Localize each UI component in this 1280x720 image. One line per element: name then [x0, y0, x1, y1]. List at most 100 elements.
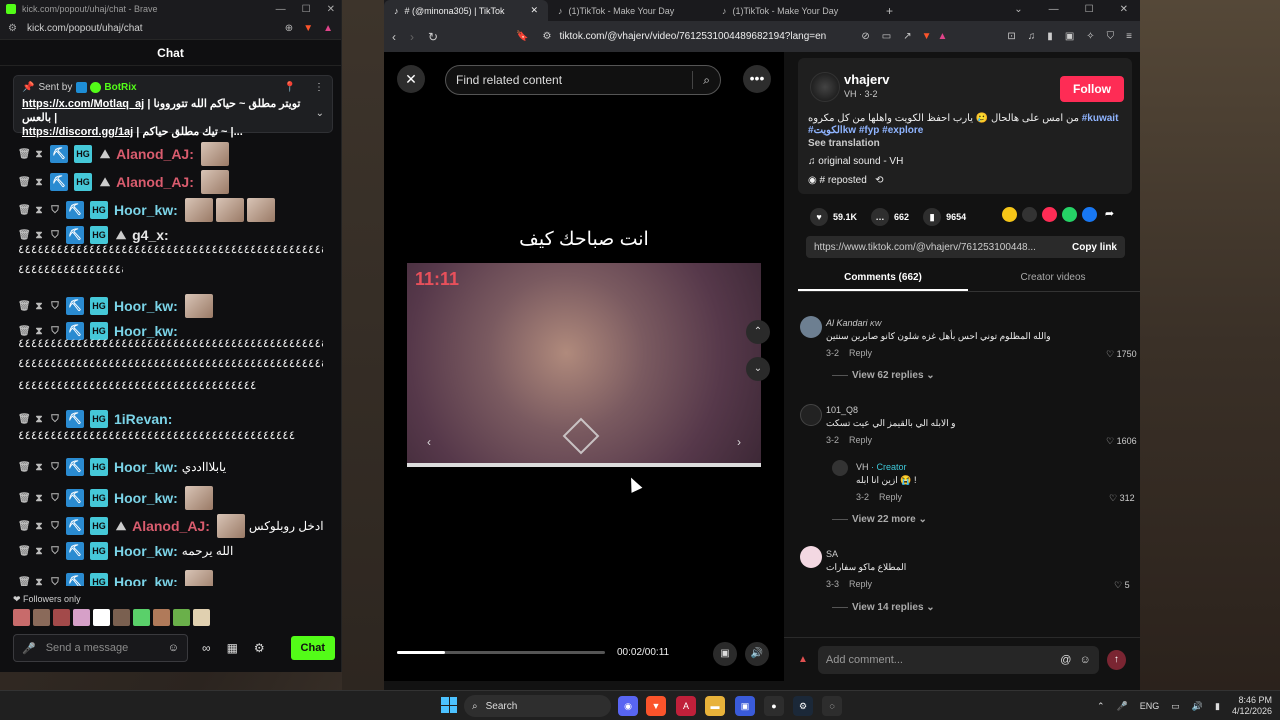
- address-bar[interactable]: tiktok.com/@vhajerv/video/76125310044896…: [559, 31, 849, 42]
- reply-button[interactable]: Reply: [849, 579, 872, 589]
- chat-username[interactable]: Hoor_kw:: [114, 298, 178, 314]
- app-icon[interactable]: A: [676, 696, 696, 716]
- chevron-down-icon[interactable]: ⌄: [316, 108, 324, 119]
- commenter-avatar[interactable]: [800, 316, 822, 338]
- video-link-box[interactable]: https://www.tiktok.com/@vhajerv/76125310…: [806, 236, 1125, 258]
- copy-link-button[interactable]: Copy link: [1072, 242, 1117, 253]
- screenshot-icon[interactable]: ⊡: [1007, 31, 1015, 42]
- tab-tiktok-minona[interactable]: ♪ # (@minona305) | TikTok ✕: [384, 0, 548, 21]
- steam-icon[interactable]: ⚙: [793, 696, 813, 716]
- timeout-icon[interactable]: ⧗: [34, 230, 44, 241]
- close-video-button[interactable]: ✕: [397, 65, 425, 93]
- chat-username[interactable]: Hoor_kw:: [114, 543, 178, 559]
- timeout-icon[interactable]: ⧗: [34, 462, 44, 473]
- trash-icon[interactable]: 🗑: [18, 149, 31, 160]
- pip-button[interactable]: ▣: [713, 642, 737, 666]
- next-video-button[interactable]: ⌄: [746, 357, 770, 381]
- view-replies-button[interactable]: View 14 replies ⌄: [832, 602, 935, 613]
- reply-button[interactable]: Reply: [879, 492, 902, 502]
- language-indicator[interactable]: ENG: [1140, 701, 1160, 711]
- minimize-icon[interactable]: —: [1049, 4, 1059, 15]
- unpin-icon[interactable]: 📍: [284, 82, 296, 93]
- share-arrow-icon[interactable]: ➦: [1102, 207, 1117, 222]
- chat-username[interactable]: Hoor_kw:: [114, 459, 178, 475]
- hashtag[interactable]: #الكويتkw: [808, 125, 856, 136]
- bot-name[interactable]: BotRix: [104, 82, 136, 93]
- view-more-button[interactable]: View 22 more ⌄: [832, 514, 927, 525]
- timeout-icon[interactable]: ⧗: [34, 149, 44, 160]
- teams-icon[interactable]: ▣: [735, 696, 755, 716]
- reload-icon[interactable]: ↻: [428, 30, 438, 44]
- kick-url[interactable]: kick.com/popout/uhaj/chat: [27, 23, 275, 34]
- pinned-link-x[interactable]: https://x.com/Motlaq_aj: [22, 98, 144, 110]
- close-tab-icon[interactable]: ✕: [530, 5, 538, 16]
- tab-comments[interactable]: Comments (662): [798, 268, 968, 291]
- forward-icon[interactable]: ›: [410, 30, 414, 44]
- timeout-icon[interactable]: ⧗: [34, 326, 44, 337]
- brave-shield-icon[interactable]: ▼: [922, 31, 932, 42]
- commenter-avatar[interactable]: [832, 460, 848, 476]
- commenter-name[interactable]: Al Kandari KW: [826, 318, 881, 328]
- emote-icon[interactable]: [53, 609, 70, 626]
- brave-icon[interactable]: ▼: [646, 696, 666, 716]
- coin-icon[interactable]: [1002, 207, 1017, 222]
- microphone-icon[interactable]: 🎤: [22, 642, 36, 655]
- emote-icon[interactable]: [93, 609, 110, 626]
- reply-button[interactable]: Reply: [849, 435, 872, 445]
- comment-likes[interactable]: ♡ 1750: [1106, 349, 1137, 360]
- reply-button[interactable]: Reply: [849, 348, 872, 358]
- timeout-icon[interactable]: ⧗: [34, 205, 44, 216]
- emote-icon[interactable]: [13, 609, 30, 626]
- timeout-icon[interactable]: ⧗: [34, 493, 44, 504]
- hashtag[interactable]: #fyp: [859, 125, 880, 136]
- comments-list[interactable]: Al Kandari KW والله المظلوم توني احس بأه…: [784, 304, 1140, 624]
- trash-icon[interactable]: 🗑: [18, 546, 31, 557]
- video-frame[interactable]: 11:11 ‹ ›: [407, 263, 761, 467]
- commenter-name[interactable]: VH · Creator: [856, 462, 907, 472]
- minimize-icon[interactable]: —: [276, 4, 286, 15]
- chevron-up-icon[interactable]: ⌃: [1097, 701, 1105, 712]
- points-icon[interactable]: ∞: [202, 641, 211, 655]
- volume-icon[interactable]: 🔊: [1192, 701, 1203, 712]
- comment-likes[interactable]: ♡ 1606: [1106, 436, 1137, 447]
- trash-icon[interactable]: 🗑: [18, 326, 31, 337]
- emote-icon[interactable]: [113, 609, 130, 626]
- comment-button[interactable]: … 662: [871, 208, 909, 226]
- trash-icon[interactable]: 🗑: [18, 493, 31, 504]
- timeout-icon[interactable]: ⧗: [34, 301, 44, 312]
- app-icon[interactable]: ◌: [822, 696, 842, 716]
- post-comment-button[interactable]: ↑: [1106, 649, 1126, 670]
- media-icon[interactable]: ♫: [1028, 31, 1036, 42]
- brave-shield-icon[interactable]: ▼: [303, 23, 313, 34]
- emoji-icon[interactable]: ☺: [1079, 654, 1090, 666]
- discord-icon[interactable]: ◉: [618, 696, 638, 716]
- maximize-icon[interactable]: ☐: [302, 4, 311, 15]
- trash-icon[interactable]: 🗑: [18, 301, 31, 312]
- leo-icon[interactable]: ✧: [1086, 31, 1094, 42]
- tab-tiktok-2[interactable]: ♪ (1)TikTok - Make Your Day: [548, 0, 712, 21]
- chat-username[interactable]: Hoor_kw:: [114, 574, 178, 586]
- see-translation-link[interactable]: See translation: [808, 138, 880, 149]
- brave-rewards-icon[interactable]: ▲: [938, 31, 948, 42]
- author-name[interactable]: vhajerv: [844, 72, 890, 87]
- commenter-name[interactable]: 101_Q8: [826, 405, 858, 415]
- emoji-icon[interactable]: ☺: [168, 642, 179, 654]
- share-icon[interactable]: ↗: [903, 31, 911, 42]
- pinned-link-discord[interactable]: https://discord.gg/1aj: [22, 126, 133, 138]
- store-icon[interactable]: ▦: [227, 641, 238, 655]
- comment-likes[interactable]: ♡ 312: [1109, 493, 1135, 504]
- chat-message-list[interactable]: 🗑 ⧗ ⛏ HG ⛰ Alanod_AJ: 🗑 ⧗ ⛏ HG ⛰ Alanod_AJ: 🗑 ⧗ ⛉ ⛏ HG Ho…: [0, 66, 342, 586]
- trash-icon[interactable]: 🗑: [18, 577, 31, 587]
- close-icon[interactable]: ✕: [327, 4, 335, 15]
- maximize-icon[interactable]: ☐: [1085, 4, 1094, 15]
- chat-username[interactable]: g4_x:: [132, 227, 169, 243]
- clock[interactable]: 8:46 PM 4/12/2026: [1232, 695, 1272, 717]
- emote-icon[interactable]: [73, 609, 90, 626]
- send-icon[interactable]: [1042, 207, 1057, 222]
- file-explorer-icon[interactable]: ▬: [705, 696, 725, 716]
- view-replies-button[interactable]: View 62 replies ⌄: [832, 370, 935, 381]
- timeout-icon[interactable]: ⧗: [34, 521, 44, 532]
- timeout-icon[interactable]: ⧗: [34, 546, 44, 557]
- add-comment-input[interactable]: Add comment... @ ☺: [817, 645, 1099, 674]
- previous-video-button[interactable]: ⌃: [746, 320, 770, 344]
